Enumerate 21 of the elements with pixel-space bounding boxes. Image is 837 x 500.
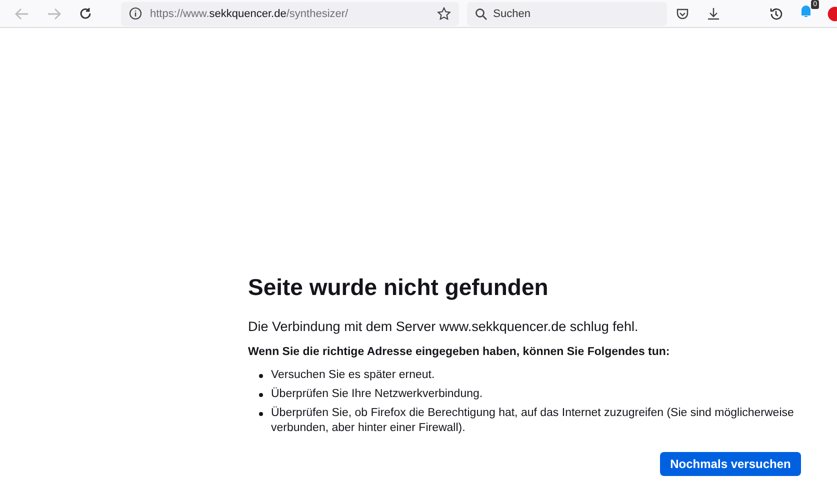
star-icon[interactable] xyxy=(437,6,452,20)
reload-icon[interactable] xyxy=(79,7,92,20)
search-icon xyxy=(475,8,488,20)
hint-text: Wenn Sie die richtige Adresse eingegeben haben, können Sie Folgendes tun: xyxy=(248,346,671,358)
retry-button[interactable]: Nochmals versuchen xyxy=(660,452,801,476)
url-text: https://www.sekkquencer.de/synthesizer/ xyxy=(150,8,350,20)
search-field[interactable]: Suchen xyxy=(467,2,668,26)
suggestion-item: Überprüfen Sie, ob Firefox die Berechtigung hat, auf das Internet zuzugreifen (Sie sind möglicherweise verbunden, aber hinter einer Firewall). xyxy=(271,406,795,436)
bell-icon[interactable] xyxy=(800,4,812,18)
bullet-icon xyxy=(259,393,263,397)
address-bar[interactable]: https://www.sekkquencer.de/synthesizer/ xyxy=(121,2,460,26)
bullet-icon xyxy=(259,412,263,416)
history-icon[interactable] xyxy=(769,6,784,20)
download-icon[interactable] xyxy=(707,7,720,20)
pocket-icon[interactable] xyxy=(676,8,690,20)
bullet-icon xyxy=(259,374,263,378)
suggestion-item: Versuchen Sie es später erneut. xyxy=(271,368,435,383)
error-title: Seite wurde nicht gefunden xyxy=(248,274,550,301)
info-icon[interactable] xyxy=(129,7,142,20)
error-message: Die Verbindung mit dem Server www.sekkquencer.de schlug fehl. xyxy=(248,319,640,334)
suggestion-item: Überprüfen Sie Ihre Netzwerkverbindung. xyxy=(271,387,483,402)
